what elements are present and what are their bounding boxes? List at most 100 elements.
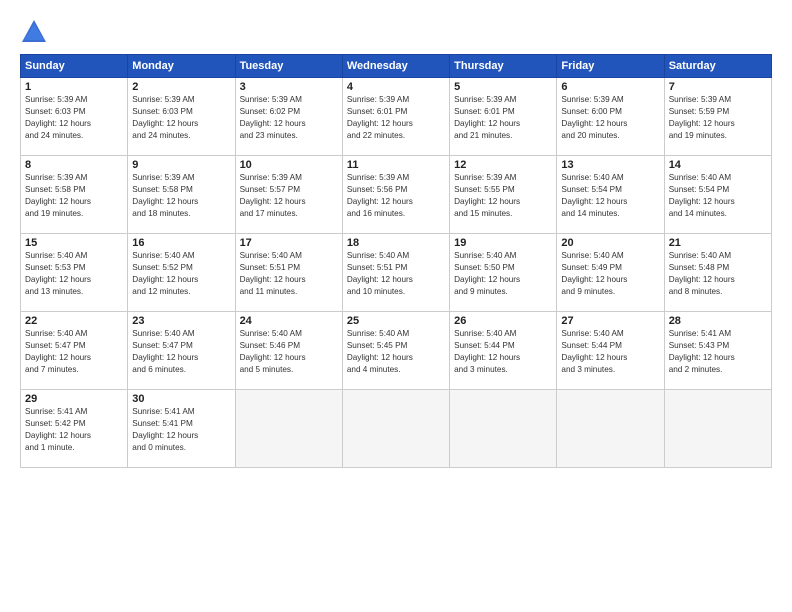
day-number: 27: [561, 315, 659, 327]
calendar-cell: [342, 390, 449, 468]
calendar-header-thursday: Thursday: [450, 55, 557, 78]
calendar-header-tuesday: Tuesday: [235, 55, 342, 78]
day-info: Sunrise: 5:39 AM Sunset: 5:58 PM Dayligh…: [132, 172, 230, 220]
calendar-cell: 11Sunrise: 5:39 AM Sunset: 5:56 PM Dayli…: [342, 156, 449, 234]
calendar-header-saturday: Saturday: [664, 55, 771, 78]
day-number: 18: [347, 237, 445, 249]
day-info: Sunrise: 5:40 AM Sunset: 5:44 PM Dayligh…: [454, 328, 552, 376]
calendar-cell: 26Sunrise: 5:40 AM Sunset: 5:44 PM Dayli…: [450, 312, 557, 390]
day-number: 25: [347, 315, 445, 327]
calendar-cell: 24Sunrise: 5:40 AM Sunset: 5:46 PM Dayli…: [235, 312, 342, 390]
day-number: 22: [25, 315, 123, 327]
day-info: Sunrise: 5:39 AM Sunset: 6:03 PM Dayligh…: [132, 94, 230, 142]
logo-icon: [20, 18, 48, 46]
day-number: 8: [25, 159, 123, 171]
day-number: 11: [347, 159, 445, 171]
day-info: Sunrise: 5:39 AM Sunset: 5:56 PM Dayligh…: [347, 172, 445, 220]
calendar-cell: 30Sunrise: 5:41 AM Sunset: 5:41 PM Dayli…: [128, 390, 235, 468]
calendar-cell: 10Sunrise: 5:39 AM Sunset: 5:57 PM Dayli…: [235, 156, 342, 234]
day-number: 30: [132, 393, 230, 405]
day-info: Sunrise: 5:40 AM Sunset: 5:52 PM Dayligh…: [132, 250, 230, 298]
day-info: Sunrise: 5:40 AM Sunset: 5:46 PM Dayligh…: [240, 328, 338, 376]
header: [20, 18, 772, 46]
day-info: Sunrise: 5:40 AM Sunset: 5:45 PM Dayligh…: [347, 328, 445, 376]
day-info: Sunrise: 5:39 AM Sunset: 6:02 PM Dayligh…: [240, 94, 338, 142]
calendar-cell: 12Sunrise: 5:39 AM Sunset: 5:55 PM Dayli…: [450, 156, 557, 234]
day-number: 15: [25, 237, 123, 249]
calendar-cell: 19Sunrise: 5:40 AM Sunset: 5:50 PM Dayli…: [450, 234, 557, 312]
calendar-cell: 1Sunrise: 5:39 AM Sunset: 6:03 PM Daylig…: [21, 78, 128, 156]
day-info: Sunrise: 5:41 AM Sunset: 5:43 PM Dayligh…: [669, 328, 767, 376]
day-number: 20: [561, 237, 659, 249]
calendar-cell: 14Sunrise: 5:40 AM Sunset: 5:54 PM Dayli…: [664, 156, 771, 234]
calendar-cell: 16Sunrise: 5:40 AM Sunset: 5:52 PM Dayli…: [128, 234, 235, 312]
calendar-cell: 8Sunrise: 5:39 AM Sunset: 5:58 PM Daylig…: [21, 156, 128, 234]
day-number: 14: [669, 159, 767, 171]
calendar-cell: 15Sunrise: 5:40 AM Sunset: 5:53 PM Dayli…: [21, 234, 128, 312]
day-number: 5: [454, 81, 552, 93]
calendar-cell: 7Sunrise: 5:39 AM Sunset: 5:59 PM Daylig…: [664, 78, 771, 156]
calendar-cell: 17Sunrise: 5:40 AM Sunset: 5:51 PM Dayli…: [235, 234, 342, 312]
day-info: Sunrise: 5:39 AM Sunset: 5:58 PM Dayligh…: [25, 172, 123, 220]
calendar-week-row: 1Sunrise: 5:39 AM Sunset: 6:03 PM Daylig…: [21, 78, 772, 156]
calendar-cell: [235, 390, 342, 468]
day-number: 21: [669, 237, 767, 249]
calendar-cell: 3Sunrise: 5:39 AM Sunset: 6:02 PM Daylig…: [235, 78, 342, 156]
day-number: 2: [132, 81, 230, 93]
day-info: Sunrise: 5:40 AM Sunset: 5:54 PM Dayligh…: [561, 172, 659, 220]
day-info: Sunrise: 5:39 AM Sunset: 6:00 PM Dayligh…: [561, 94, 659, 142]
calendar-header-wednesday: Wednesday: [342, 55, 449, 78]
day-info: Sunrise: 5:40 AM Sunset: 5:51 PM Dayligh…: [347, 250, 445, 298]
calendar-cell: 2Sunrise: 5:39 AM Sunset: 6:03 PM Daylig…: [128, 78, 235, 156]
calendar-week-row: 8Sunrise: 5:39 AM Sunset: 5:58 PM Daylig…: [21, 156, 772, 234]
day-number: 13: [561, 159, 659, 171]
day-info: Sunrise: 5:40 AM Sunset: 5:47 PM Dayligh…: [132, 328, 230, 376]
day-info: Sunrise: 5:40 AM Sunset: 5:48 PM Dayligh…: [669, 250, 767, 298]
calendar-header-row: SundayMondayTuesdayWednesdayThursdayFrid…: [21, 55, 772, 78]
day-number: 23: [132, 315, 230, 327]
day-number: 17: [240, 237, 338, 249]
calendar-cell: 18Sunrise: 5:40 AM Sunset: 5:51 PM Dayli…: [342, 234, 449, 312]
calendar-cell: 25Sunrise: 5:40 AM Sunset: 5:45 PM Dayli…: [342, 312, 449, 390]
day-number: 24: [240, 315, 338, 327]
calendar-cell: 29Sunrise: 5:41 AM Sunset: 5:42 PM Dayli…: [21, 390, 128, 468]
calendar-cell: 21Sunrise: 5:40 AM Sunset: 5:48 PM Dayli…: [664, 234, 771, 312]
day-number: 1: [25, 81, 123, 93]
calendar-cell: 6Sunrise: 5:39 AM Sunset: 6:00 PM Daylig…: [557, 78, 664, 156]
day-info: Sunrise: 5:39 AM Sunset: 5:59 PM Dayligh…: [669, 94, 767, 142]
day-info: Sunrise: 5:40 AM Sunset: 5:51 PM Dayligh…: [240, 250, 338, 298]
day-number: 9: [132, 159, 230, 171]
day-number: 19: [454, 237, 552, 249]
calendar-cell: 28Sunrise: 5:41 AM Sunset: 5:43 PM Dayli…: [664, 312, 771, 390]
calendar-cell: 23Sunrise: 5:40 AM Sunset: 5:47 PM Dayli…: [128, 312, 235, 390]
day-number: 3: [240, 81, 338, 93]
day-info: Sunrise: 5:40 AM Sunset: 5:49 PM Dayligh…: [561, 250, 659, 298]
day-info: Sunrise: 5:39 AM Sunset: 5:57 PM Dayligh…: [240, 172, 338, 220]
day-number: 7: [669, 81, 767, 93]
day-info: Sunrise: 5:39 AM Sunset: 6:03 PM Dayligh…: [25, 94, 123, 142]
day-info: Sunrise: 5:39 AM Sunset: 5:55 PM Dayligh…: [454, 172, 552, 220]
calendar-header-monday: Monday: [128, 55, 235, 78]
day-number: 12: [454, 159, 552, 171]
calendar-cell: 22Sunrise: 5:40 AM Sunset: 5:47 PM Dayli…: [21, 312, 128, 390]
calendar-cell: 5Sunrise: 5:39 AM Sunset: 6:01 PM Daylig…: [450, 78, 557, 156]
calendar-week-row: 29Sunrise: 5:41 AM Sunset: 5:42 PM Dayli…: [21, 390, 772, 468]
calendar-week-row: 15Sunrise: 5:40 AM Sunset: 5:53 PM Dayli…: [21, 234, 772, 312]
day-number: 4: [347, 81, 445, 93]
day-info: Sunrise: 5:40 AM Sunset: 5:53 PM Dayligh…: [25, 250, 123, 298]
day-number: 6: [561, 81, 659, 93]
calendar-header-friday: Friday: [557, 55, 664, 78]
day-number: 16: [132, 237, 230, 249]
day-info: Sunrise: 5:39 AM Sunset: 6:01 PM Dayligh…: [454, 94, 552, 142]
day-number: 29: [25, 393, 123, 405]
calendar-cell: 4Sunrise: 5:39 AM Sunset: 6:01 PM Daylig…: [342, 78, 449, 156]
calendar-cell: 20Sunrise: 5:40 AM Sunset: 5:49 PM Dayli…: [557, 234, 664, 312]
calendar-cell: 13Sunrise: 5:40 AM Sunset: 5:54 PM Dayli…: [557, 156, 664, 234]
day-number: 28: [669, 315, 767, 327]
calendar-week-row: 22 Sunrise: 5:40 AM Sunset: 5:47 PM Dayli…: [21, 312, 772, 390]
calendar-cell: [664, 390, 771, 468]
day-info: Sunrise: 5:40 AM Sunset: 5:44 PM Dayligh…: [561, 328, 659, 376]
logo: [20, 18, 52, 46]
day-info: Sunrise: 5:40 AM Sunset: 5:54 PM Dayligh…: [669, 172, 767, 220]
calendar-cell: 27Sunrise: 5:40 AM Sunset: 5:44 PM Dayli…: [557, 312, 664, 390]
